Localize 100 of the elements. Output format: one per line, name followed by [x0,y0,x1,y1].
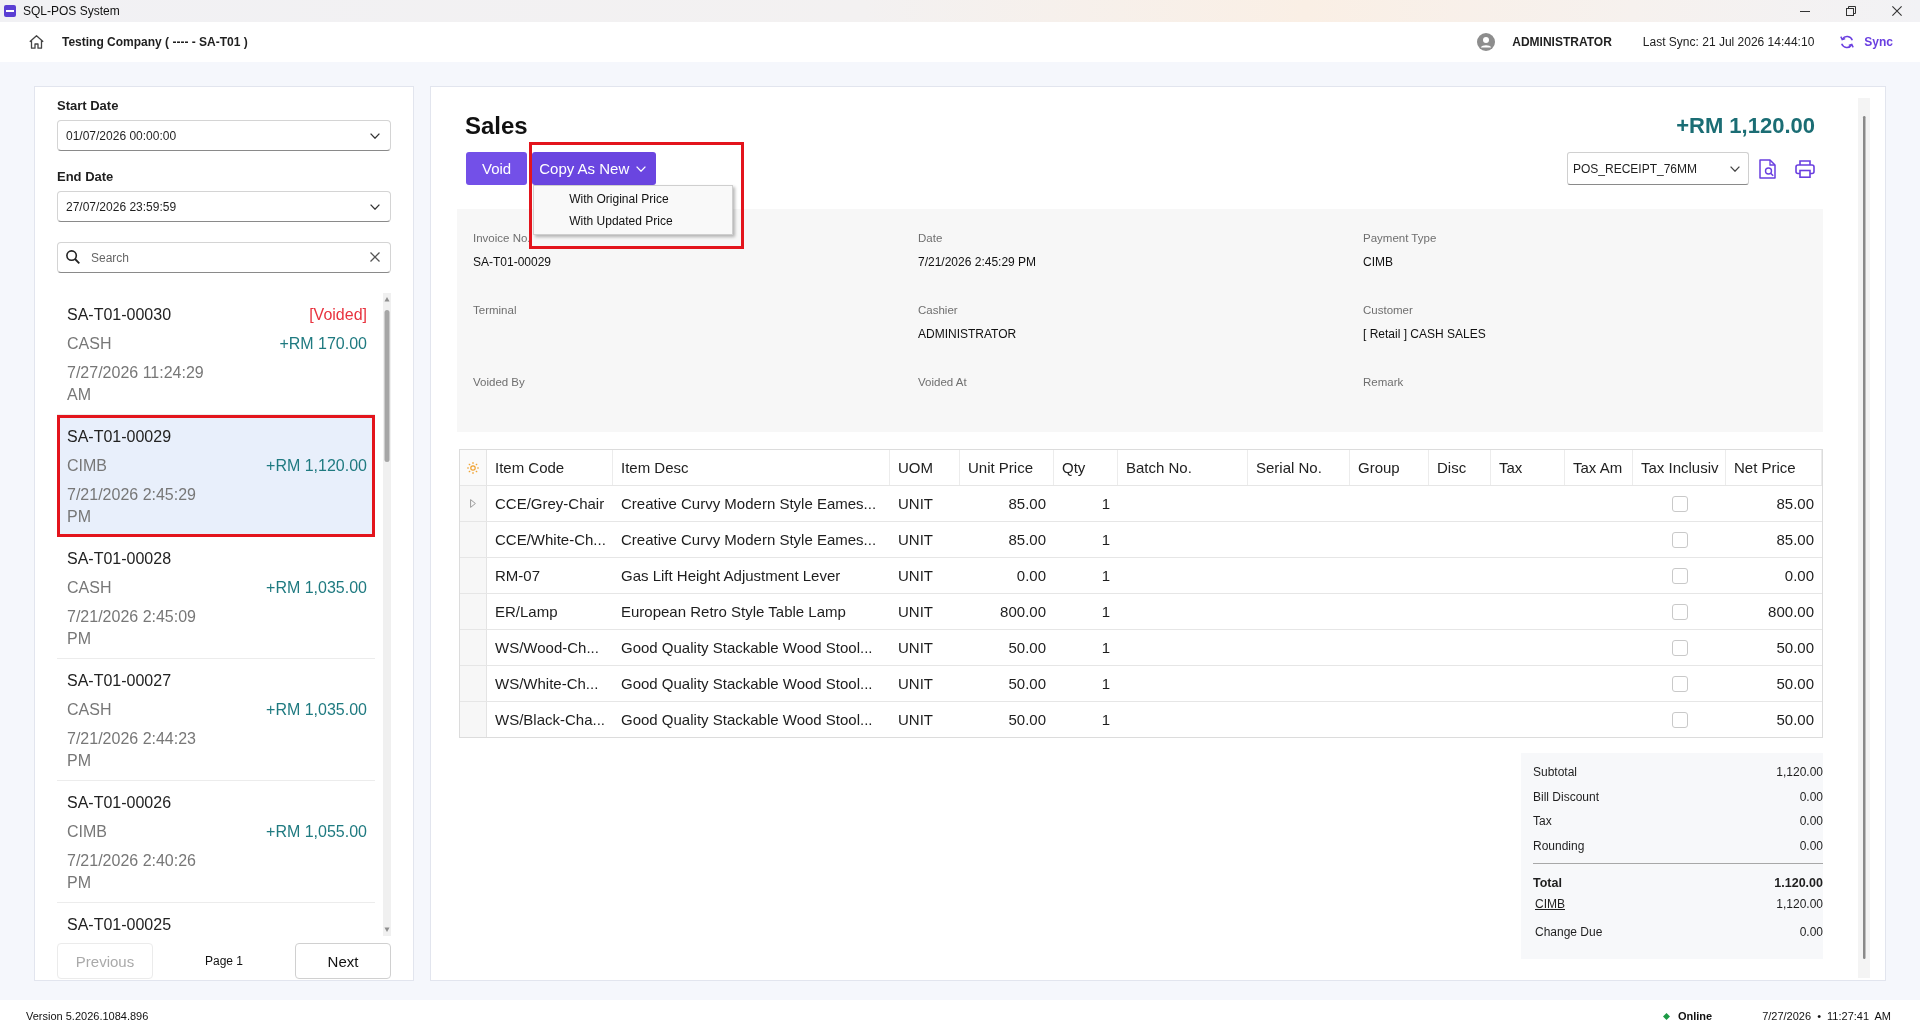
document-search-icon[interactable] [1759,158,1777,179]
receipt-template-dropdown[interactable]: POS_RECEIPT_76MM [1567,152,1749,185]
table-cell-text: CCE/White-Ch... [494,530,607,550]
column-header[interactable]: Tax Am [1565,450,1633,485]
field-label: Invoice No. [473,231,532,246]
sale-amount: +RM 170.00 [279,334,367,354]
table-cell-text: WS/Wood-Ch... [494,638,600,658]
invoice-number: SA-T01-00025 [67,915,172,935]
last-sync-text: Last Sync: 21 Jul 2026 14:44:10 [1642,35,1815,49]
copy-as-new-button[interactable]: Copy As New [532,152,657,185]
invoice-number: SA-T01-00029 [67,427,172,447]
restore-icon[interactable] [1846,6,1856,16]
sale-total: +RM 1,120.00 [1676,113,1815,139]
column-header[interactable]: Tax Inclusiv [1633,450,1726,485]
window-title: SQL-POS System [23,4,120,18]
total-label: Change Due [1535,923,1603,941]
menu-item[interactable]: With Updated Price [534,210,733,232]
checkbox[interactable] [1671,675,1688,692]
column-header[interactable]: UOM [890,450,960,485]
scrollbar[interactable] [1858,98,1870,978]
table-cell-text: WS/Black-Cha... [494,710,607,730]
home-icon[interactable] [29,35,44,49]
field-label: Remark [1363,375,1405,390]
table-cell-text: UNIT [897,602,934,622]
checkbox[interactable] [1671,639,1688,656]
user-name: ADMINISTRATOR [1512,35,1612,49]
total-label: Total [1533,874,1562,892]
total-label: Tax [1533,813,1552,830]
search-field[interactable]: Search [57,242,391,273]
close-icon[interactable] [1892,6,1902,16]
chevron-down-icon[interactable] [370,203,380,210]
table-cell-text: UNIT [897,566,934,586]
column-header[interactable]: Disc [1429,450,1491,485]
table-cell-text: 0.00 [1015,566,1047,586]
table-cell-text: 1 [1100,566,1111,586]
minimize-icon[interactable] [1800,10,1810,12]
field-label: Customer [1363,303,1414,318]
field-label: Cashier [918,303,959,318]
void-button[interactable]: Void [466,152,528,185]
field-value: ADMINISTRATOR [918,326,1018,342]
table-cell-text: 50.00 [1007,638,1047,658]
table-cell-text: 50.00 [1775,710,1815,730]
checkbox[interactable] [1671,567,1688,584]
column-header[interactable]: Item Desc [613,450,890,485]
table-cell-text: 85.00 [1007,530,1047,550]
checkbox[interactable] [1671,711,1688,728]
table-cell-text: Creative Curvy Modern Style Eames... [620,494,878,514]
field-label: Date [918,231,944,246]
column-header[interactable]: Qty [1054,450,1118,485]
field-value: CIMB [1363,254,1394,270]
payment-type: CASH [67,578,112,598]
column-header[interactable]: Net Price [1726,450,1822,485]
column-header[interactable]: Batch No. [1118,450,1248,485]
connection-status: Online [1677,1010,1713,1022]
checkbox[interactable] [1671,603,1688,620]
chevron-down-icon[interactable] [370,132,380,139]
table-cell-text: UNIT [897,710,934,730]
field-label: Terminal [473,303,518,318]
print-icon[interactable] [1795,159,1815,178]
date-field[interactable]: 27/07/2026 23:59:59 [57,191,391,222]
chevron-down-icon[interactable] [1730,165,1740,172]
field-label: Voided By [473,375,526,390]
sale-date: 7/21/2026 2:44:23 PM [67,729,197,771]
checkbox[interactable] [1671,495,1688,512]
invoice-number: SA-T01-00026 [67,793,172,813]
column-header[interactable]: Serial No. [1248,450,1350,485]
table-cell-text: WS/White-Ch... [494,674,600,694]
table-cell-text: 50.00 [1775,674,1815,694]
column-header[interactable]: Group [1350,450,1429,485]
table-cell-text: 85.00 [1007,494,1047,514]
column-header[interactable]: Unit Price [960,450,1054,485]
total-value: 0.00 [1799,813,1823,830]
payment-type: CIMB [67,456,107,476]
sun-icon[interactable] [467,461,479,474]
next-button[interactable]: Next [295,943,391,979]
table-cell-text: 50.00 [1775,638,1815,658]
scrollbar[interactable] [383,293,391,936]
date-field[interactable]: 01/07/2026 00:00:00 [57,120,391,151]
column-header[interactable]: Tax [1491,450,1565,485]
menu-item[interactable]: With Original Price [534,188,733,210]
search-icon [66,250,80,264]
table-cell-text: UNIT [897,674,934,694]
invoice-number: SA-T01-00030 [67,305,172,325]
table-cell-text: 1 [1100,530,1111,550]
sale-date: 7/21/2026 2:45:09 PM [67,607,197,649]
table-cell-text: 800.00 [999,602,1047,622]
field-label: End Date [57,169,115,185]
expand-icon[interactable] [470,499,476,508]
total-value: 0.00 [1799,788,1823,806]
sync-button[interactable]: Sync [1840,35,1893,49]
sale-list-item[interactable]: SA-T01-00029 CIMB +RM 1,120.00 7/21/2026 2:45:29 PM [57,415,375,537]
invoice-number: SA-T01-00027 [67,671,172,691]
clear-icon[interactable] [370,252,380,262]
payment-type: CASH [67,334,112,354]
total-label: Bill Discount [1533,788,1600,806]
table-cell-text: UNIT [897,638,934,658]
checkbox[interactable] [1671,531,1688,548]
column-header[interactable]: Item Code [487,450,613,485]
payment-link[interactable]: CIMB [1535,894,1565,913]
sale-date: 7/21/2026 2:40:26 PM [67,851,197,893]
